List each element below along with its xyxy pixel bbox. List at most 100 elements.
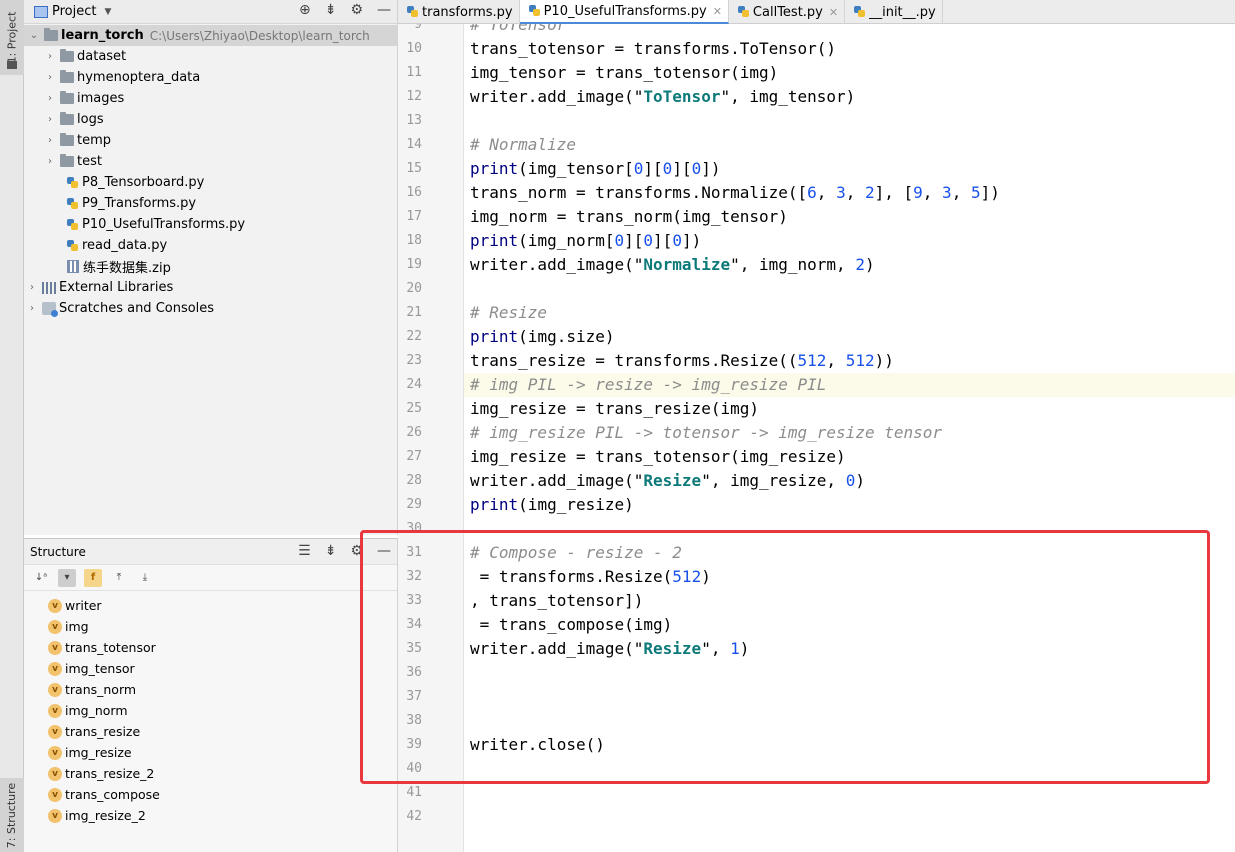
- code-line[interactable]: , trans_totensor]): [470, 589, 643, 613]
- code-line[interactable]: = transforms.Resize(512): [470, 565, 711, 589]
- structure-item[interactable]: v img: [24, 616, 398, 637]
- structure-item-label: trans_compose: [65, 787, 160, 802]
- structure-item-label: img_norm: [65, 703, 128, 718]
- tree-folder-dataset[interactable]: › dataset: [24, 46, 398, 67]
- tree-file-p10[interactable]: P10_UsefulTransforms.py: [24, 214, 398, 235]
- expand-all-icon[interactable]: ☰: [298, 543, 311, 559]
- code-line[interactable]: writer.add_image("Resize", 1): [470, 637, 749, 661]
- tree-file-p9[interactable]: P9_Transforms.py: [24, 193, 398, 214]
- tab-p10-usefultransforms[interactable]: P10_UsefulTransforms.py ✕: [519, 0, 729, 24]
- folder-icon: [60, 91, 74, 104]
- code-line[interactable]: # Compose - resize - 2: [470, 541, 682, 565]
- code-line[interactable]: img_resize = trans_totensor(img_resize): [470, 445, 846, 469]
- chevron-right-icon[interactable]: ›: [44, 93, 56, 104]
- code-line[interactable]: print(img_resize): [470, 493, 634, 517]
- structure-item[interactable]: v trans_totensor: [24, 637, 398, 658]
- structure-item[interactable]: v img_resize: [24, 742, 398, 763]
- tree-file-read-data[interactable]: read_data.py: [24, 235, 398, 256]
- tab-transforms[interactable]: transforms.py: [398, 0, 520, 24]
- tree-external-libraries[interactable]: › External Libraries: [24, 277, 398, 298]
- close-icon[interactable]: ✕: [713, 5, 722, 18]
- chevron-right-icon[interactable]: ›: [44, 156, 56, 167]
- sort-alphabetically-icon[interactable]: ↓ᵃ: [32, 569, 50, 587]
- code-line[interactable]: print(img.size): [470, 325, 615, 349]
- python-file-icon: [66, 176, 79, 190]
- collapse-all-icon[interactable]: ⇟: [325, 2, 337, 18]
- collapse-all-icon[interactable]: ⤓: [136, 569, 154, 587]
- code-line[interactable]: # Resize: [470, 301, 547, 325]
- structure-item[interactable]: v trans_resize: [24, 721, 398, 742]
- code-line[interactable]: img_tensor = trans_totensor(img): [470, 61, 778, 85]
- chevron-down-icon[interactable]: ▼: [104, 7, 111, 17]
- structure-item[interactable]: v img_norm: [24, 700, 398, 721]
- collapse-all-icon[interactable]: ⇟: [325, 543, 337, 559]
- project-window-icon: [34, 5, 48, 18]
- chevron-right-icon[interactable]: ›: [26, 282, 38, 293]
- show-functions-icon[interactable]: f: [84, 568, 102, 587]
- code-line[interactable]: # ToTensor: [470, 24, 566, 37]
- tree-file-p8[interactable]: P8_Tensorboard.py: [24, 172, 398, 193]
- structure-item-label: trans_resize_2: [65, 766, 155, 781]
- line-number: 35: [406, 641, 422, 656]
- variable-icon: v: [48, 787, 62, 802]
- chevron-right-icon[interactable]: ›: [44, 135, 56, 146]
- variable-icon: v: [48, 661, 62, 676]
- tree-folder-logs[interactable]: › logs: [24, 109, 398, 130]
- chevron-right-icon[interactable]: ›: [44, 114, 56, 125]
- code-line[interactable]: writer.add_image("Normalize", img_norm, …: [470, 253, 875, 277]
- chevron-right-icon[interactable]: ›: [26, 303, 38, 314]
- code-line[interactable]: = trans_compose(img): [470, 613, 673, 637]
- code-line[interactable]: trans_norm = transforms.Normalize([6, 3,…: [470, 181, 1000, 205]
- structure-item[interactable]: v img_tensor: [24, 658, 398, 679]
- structure-item[interactable]: v writer: [24, 595, 398, 616]
- code-line[interactable]: trans_totensor = transforms.ToTensor(): [470, 37, 836, 61]
- code-line[interactable]: writer.close(): [470, 733, 605, 757]
- minimize-icon[interactable]: —: [377, 2, 391, 18]
- code-line[interactable]: writer.add_image("ToTensor", img_tensor): [470, 85, 855, 109]
- code-line[interactable]: # img_resize PIL -> totensor -> img_resi…: [470, 421, 942, 445]
- tab-calltest[interactable]: CallTest.py ✕: [729, 0, 846, 24]
- structure-item-label: img_resize_2: [65, 808, 146, 823]
- minimize-icon[interactable]: —: [377, 543, 391, 559]
- line-number: 38: [406, 713, 422, 728]
- chevron-down-icon[interactable]: ⌄: [28, 30, 40, 41]
- tree-folder-hymenoptera-data[interactable]: › hymenoptera_data: [24, 67, 398, 88]
- gear-icon[interactable]: ⚙: [350, 543, 363, 559]
- tree-file-zip[interactable]: 练手数据集.zip: [24, 256, 398, 277]
- locate-icon[interactable]: ⊕: [299, 2, 311, 18]
- folder-icon: [60, 49, 74, 62]
- code-line[interactable]: # Normalize: [470, 133, 576, 157]
- tree-root-learn-torch[interactable]: ⌄ learn_torch C:\Users\Zhiyao\Desktop\le…: [24, 25, 398, 46]
- variable-icon: v: [48, 619, 62, 634]
- tree-folder-images[interactable]: › images: [24, 88, 398, 109]
- structure-item[interactable]: v trans_resize_2: [24, 763, 398, 784]
- line-number: 33: [406, 593, 422, 608]
- structure-item[interactable]: v trans_compose: [24, 784, 398, 805]
- code-line[interactable]: print(img_norm[0][0][0]): [470, 229, 701, 253]
- close-icon[interactable]: ✕: [829, 6, 838, 19]
- structure-item[interactable]: v img_resize_2: [24, 805, 398, 826]
- project-view-selector[interactable]: Project: [52, 4, 96, 19]
- code-line[interactable]: trans_resize = transforms.Resize((512, 5…: [470, 349, 894, 373]
- tree-folder-temp[interactable]: › temp: [24, 130, 398, 151]
- show-fields-icon[interactable]: ▾: [58, 568, 76, 587]
- tree-folder-test[interactable]: › test: [24, 151, 398, 172]
- structure-item-label: img_resize: [65, 745, 132, 760]
- expand-all-icon[interactable]: ⤒: [110, 569, 128, 587]
- chevron-right-icon[interactable]: ›: [44, 72, 56, 83]
- project-tool-tab[interactable]: 1: Project: [0, 0, 24, 75]
- code-line[interactable]: print(img_tensor[0][0][0]): [470, 157, 720, 181]
- code-editor[interactable]: 9 10 11 12 13 14 15 16 17 18 19 20 21 22 23 24 25 26 27 28 2…: [398, 24, 1235, 852]
- gear-icon[interactable]: ⚙: [350, 2, 363, 18]
- tree-scratches[interactable]: › Scratches and Consoles: [24, 298, 398, 319]
- code-line[interactable]: writer.add_image("Resize", img_resize, 0…: [470, 469, 865, 493]
- tab-init[interactable]: __init__.py: [845, 0, 943, 24]
- structure-item[interactable]: v trans_norm: [24, 679, 398, 700]
- code-line[interactable]: # img PIL -> resize -> img_resize PIL: [470, 373, 826, 397]
- code-line[interactable]: img_resize = trans_resize(img): [470, 397, 759, 421]
- code-line[interactable]: img_norm = trans_norm(img_tensor): [470, 205, 788, 229]
- tree-root-label: learn_torch: [61, 28, 144, 43]
- chevron-right-icon[interactable]: ›: [44, 51, 56, 62]
- structure-tool-tab[interactable]: 7: Structure: [0, 778, 24, 852]
- folder-icon: [60, 70, 74, 83]
